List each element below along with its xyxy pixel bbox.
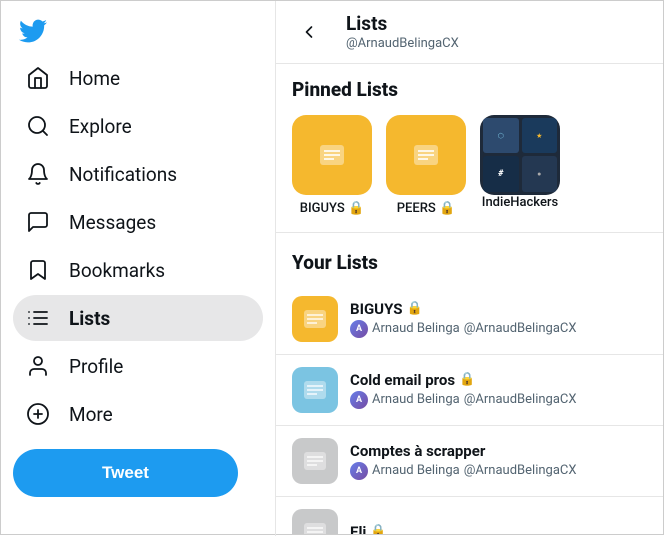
sidebar-item-messages[interactable]: Messages [13,199,263,245]
sidebar-item-explore[interactable]: Explore [13,103,263,149]
explore-icon [25,113,51,139]
list-item-info: Cold email pros 🔒 A Arnaud Belinga @Arna… [350,371,647,409]
sidebar-item-bookmarks[interactable]: Bookmarks [13,247,263,293]
author-avatar: A [350,462,368,480]
tweet-button[interactable]: Tweet [13,449,238,497]
author-avatar: A [350,391,368,409]
your-lists-section: Your Lists BIGUYS 🔒 A Arnaud Belinga @Ar… [276,233,663,534]
list-item-comptes-scrapper[interactable]: Comptes à scrapper A Arnaud Belinga @Arn… [276,426,663,497]
sidebar-item-more[interactable]: More [13,391,263,437]
your-lists-title: Your Lists [276,237,663,284]
list-item-author: A Arnaud Belinga @ArnaudBelingaCX [350,391,647,409]
sidebar: Home Explore Notifications Messages Book… [1,1,276,536]
main-header: Lists @ArnaudBelingaCX [276,1,663,64]
home-icon [25,65,51,91]
nav-list: Home Explore Notifications Messages Book… [13,55,263,439]
main-content: Pinned Lists BIGUYS 🔒 PEERS 🔒 ⬡ ★ # ● In… [276,64,663,534]
sidebar-item-label: More [69,405,113,424]
list-thumb [292,438,338,484]
pinned-list-peers[interactable]: PEERS 🔒 [386,115,466,216]
sidebar-item-lists[interactable]: Lists [13,295,263,341]
page-title: Lists [346,13,459,36]
sidebar-item-notifications[interactable]: Notifications [13,151,263,197]
sidebar-item-label: Bookmarks [69,261,165,280]
list-item-name: BIGUYS 🔒 [350,300,647,318]
messages-icon [25,209,51,235]
author-avatar: A [350,320,368,338]
list-item-author: A Arnaud Belinga @ArnaudBelingaCX [350,320,647,338]
bookmarks-icon [25,257,51,283]
notifications-icon [25,161,51,187]
list-item-name: Comptes à scrapper [350,442,647,460]
list-item-name: Cold email pros 🔒 [350,371,647,389]
your-lists-container: BIGUYS 🔒 A Arnaud Belinga @ArnaudBelinga… [276,284,663,534]
author-name: Arnaud Belinga [372,321,460,336]
sidebar-item-label: Profile [69,357,123,376]
list-item-eli[interactable]: Eli 🔒 [276,497,663,534]
list-item-info: Comptes à scrapper A Arnaud Belinga @Arn… [350,442,647,480]
list-item-author: A Arnaud Belinga @ArnaudBelingaCX [350,462,647,480]
sidebar-item-label: Home [69,69,120,88]
list-thumb [292,509,338,534]
list-item-info: BIGUYS 🔒 A Arnaud Belinga @ArnaudBelinga… [350,300,647,338]
author-handle: @ArnaudBelingaCX [464,321,577,336]
author-name: Arnaud Belinga [372,463,460,478]
pinned-cards: BIGUYS 🔒 PEERS 🔒 ⬡ ★ # ● IndieHackers [292,115,560,216]
pinned-list-label: BIGUYS 🔒 [300,201,364,216]
pinned-lists-container: BIGUYS 🔒 PEERS 🔒 ⬡ ★ # ● IndieHackers [276,111,663,233]
sidebar-item-home[interactable]: Home [13,55,263,101]
page-subtitle: @ArnaudBelingaCX [346,36,459,51]
header-text: Lists @ArnaudBelingaCX [346,13,459,51]
pinned-list-label: PEERS 🔒 [397,201,455,216]
list-thumb [292,367,338,413]
profile-icon [25,353,51,379]
pinned-list-indiehackers[interactable]: ⬡ ★ # ● IndieHackers [480,115,560,216]
twitter-logo[interactable] [13,11,53,51]
list-item-info: Eli 🔒 [350,523,647,534]
author-name: Arnaud Belinga [372,392,460,407]
sidebar-item-label: Messages [69,213,156,232]
main-panel: Lists @ArnaudBelingaCX Pinned Lists BIGU… [276,1,663,534]
author-handle: @ArnaudBelingaCX [464,463,577,478]
twitter-bird-icon [19,17,47,45]
list-item-cold-email-pros[interactable]: Cold email pros 🔒 A Arnaud Belinga @Arna… [276,355,663,426]
pinned-list-label: IndieHackers [482,195,558,210]
sidebar-item-label: Notifications [69,165,177,184]
pinned-lists-title: Pinned Lists [276,64,663,111]
list-item-name: Eli 🔒 [350,523,647,534]
author-handle: @ArnaudBelingaCX [464,392,577,407]
more-icon [25,401,51,427]
back-button[interactable] [292,15,326,49]
sidebar-item-label: Lists [69,309,110,328]
list-item-biguys[interactable]: BIGUYS 🔒 A Arnaud Belinga @ArnaudBelinga… [276,284,663,355]
sidebar-item-profile[interactable]: Profile [13,343,263,389]
lists-icon [25,305,51,331]
back-arrow-icon [299,22,319,42]
sidebar-item-label: Explore [69,117,132,136]
pinned-list-biguys[interactable]: BIGUYS 🔒 [292,115,372,216]
list-thumb [292,296,338,342]
